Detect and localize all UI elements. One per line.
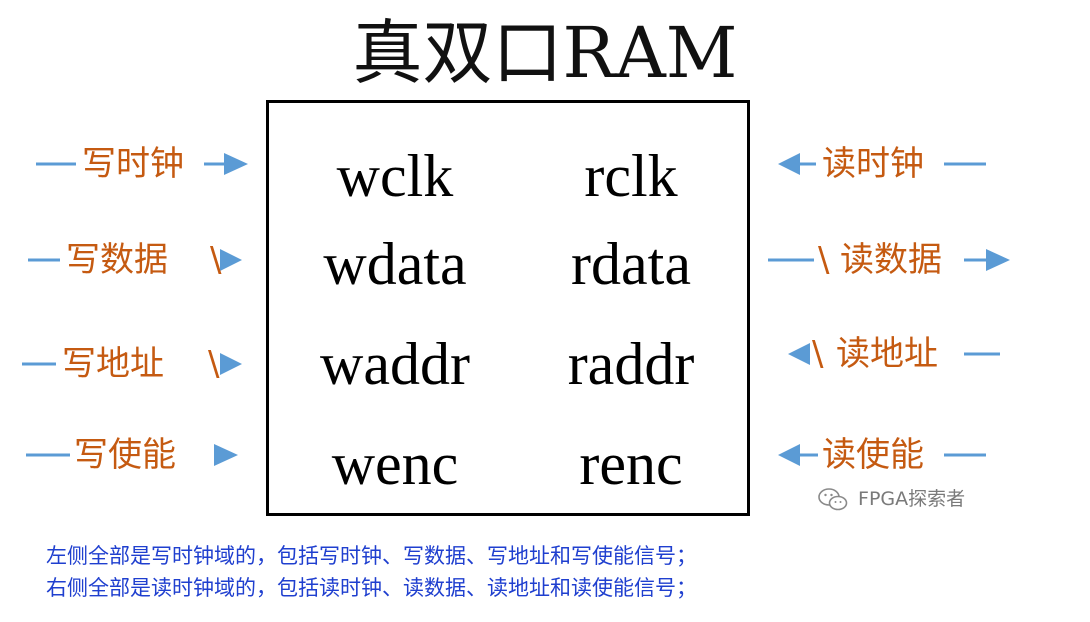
signal-label: 写时钟 (82, 144, 184, 184)
port-renc: renc (579, 431, 683, 497)
port-rclk: rclk (584, 143, 678, 209)
note-right-side: 右侧全部是读时钟域的，包括读时钟、读数据、读地址和读使能信号； (46, 576, 697, 600)
signal-label: 读使能 (822, 435, 924, 475)
diagram-title: 真双口RAM (352, 12, 738, 94)
signal-label: 读时钟 (822, 144, 924, 184)
signal-read-data: \ 读数据 (768, 235, 1012, 285)
ram-block: wclk wdata waddr wenc rclk rdata raddr r… (266, 100, 750, 516)
signal-write-data: 写数据 \ (28, 235, 244, 285)
signal-label: 写使能 (74, 435, 176, 475)
signal-label: 读数据 (840, 240, 942, 280)
bus-mark: \ (210, 240, 222, 280)
signal-label: 写地址 (62, 344, 164, 384)
bus-mark: \ (818, 240, 830, 280)
signal-read-enable: 读使能 (776, 430, 986, 480)
port-waddr: waddr (320, 331, 470, 397)
watermark: FPGA探索者 (818, 484, 965, 514)
wechat-icon (818, 487, 848, 510)
signal-read-clock: 读时钟 (776, 139, 986, 189)
signal-write-enable: 写使能 (26, 430, 240, 480)
signal-label: 写数据 (66, 240, 168, 280)
port-wclk: wclk (336, 143, 454, 209)
signal-label: 读地址 (836, 334, 938, 374)
signal-read-address: \ 读地址 (786, 329, 1000, 379)
notes: 左侧全部是写时钟域的，包括写时钟、写数据、写地址和写使能信号； 右侧全部是读时钟… (46, 540, 1046, 604)
signal-write-address: 写地址 \ (22, 339, 244, 389)
port-wdata: wdata (323, 231, 467, 297)
bus-mark: \ (208, 344, 220, 384)
port-wenc: wenc (331, 431, 459, 497)
bus-mark: \ (812, 334, 824, 374)
port-raddr: raddr (567, 331, 695, 397)
signal-write-clock: 写时钟 (36, 139, 250, 189)
watermark-text: FPGA探索者 (858, 488, 966, 510)
note-left-side: 左侧全部是写时钟域的，包括写时钟、写数据、写地址和写使能信号； (46, 544, 697, 568)
port-rdata: rdata (571, 231, 691, 297)
